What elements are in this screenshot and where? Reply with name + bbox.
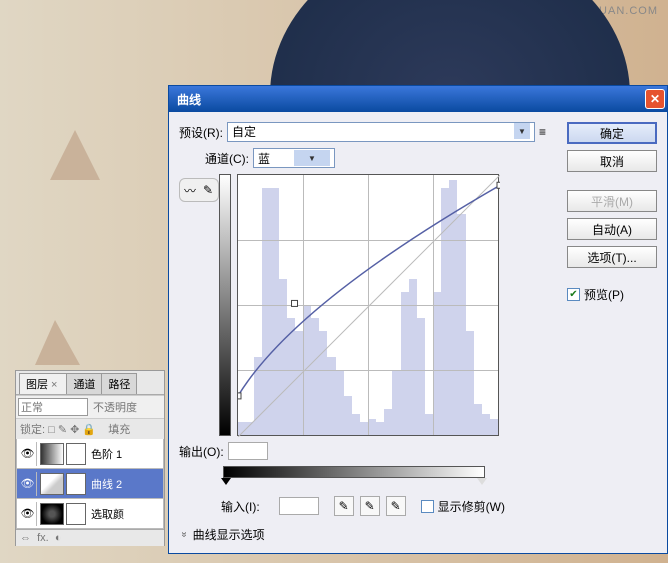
preview-label: 预览(P) <box>584 286 624 303</box>
preset-menu-icon[interactable]: ≡ <box>539 124 559 140</box>
white-point-slider[interactable] <box>477 478 487 485</box>
layer-thumbnail <box>40 443 64 465</box>
layer-name: 选取颜 <box>91 506 124 522</box>
dialog-title: 曲线 <box>177 91 645 108</box>
expand-icon: » <box>178 532 189 538</box>
lock-row: 锁定: □ ✎ ✥ 🔒 填充 <box>16 418 164 439</box>
chevron-down-icon: ▼ <box>514 123 530 139</box>
black-eyedropper-icon[interactable]: ✎ <box>334 496 354 516</box>
channel-select[interactable]: 蓝 ▼ <box>253 148 335 168</box>
show-clipping-label: 显示修剪(W) <box>438 498 505 515</box>
eyedroppers: ✎ ✎ ✎ <box>334 496 406 516</box>
opacity-label: 不透明度 <box>93 399 137 415</box>
input-label: 输入(I): <box>221 498 260 515</box>
layers-panel-tabs: 图层× 通道 路径 <box>16 371 164 395</box>
layer-thumbnail <box>40 473 64 495</box>
bg-decoration <box>35 320 80 365</box>
layers-bottom-bar: ⇔ fx. ◐ <box>16 529 164 546</box>
layer-mask-thumbnail <box>66 503 86 525</box>
close-icon[interactable]: × <box>48 379 60 391</box>
curve-pencil-tool-icon[interactable]: ✎ <box>200 183 216 197</box>
visibility-icon[interactable]: 👁 <box>19 472 37 496</box>
layer-item[interactable]: 👁 曲线 2 <box>16 469 164 499</box>
preset-select[interactable]: 自定 ▼ <box>227 122 535 142</box>
layer-thumbnail <box>40 503 64 525</box>
curves-dialog: 曲线 ✕ 预设(R): 自定 ▼ ≡ 通道(C): 蓝 ▼ <box>168 85 668 554</box>
output-gradient <box>219 174 231 436</box>
curve-graph[interactable] <box>237 174 499 436</box>
input-input[interactable] <box>279 497 319 515</box>
close-button[interactable]: ✕ <box>645 89 665 109</box>
chevron-down-icon: ▼ <box>294 150 330 166</box>
layer-name: 色阶 1 <box>91 446 122 462</box>
curve-display-options-toggle[interactable]: » 曲线显示选项 <box>179 526 559 543</box>
title-bar[interactable]: 曲线 ✕ <box>169 86 667 112</box>
curve-point-tool-icon[interactable]: 〰 <box>182 183 198 197</box>
output-label: 输出(O): <box>179 443 224 460</box>
output-input[interactable] <box>228 442 268 460</box>
black-point-slider[interactable] <box>221 478 231 485</box>
curve-tool-selector: 〰 ✎ <box>179 178 219 202</box>
ok-button[interactable]: 确定 <box>567 122 657 144</box>
show-clipping-checkbox[interactable] <box>421 500 434 513</box>
channel-label: 通道(C): <box>205 150 249 167</box>
preset-label: 预设(R): <box>179 124 223 141</box>
layer-item[interactable]: 👁 色阶 1 <box>16 439 164 469</box>
layer-item[interactable]: 👁 选取颜 <box>16 499 164 529</box>
visibility-icon[interactable]: 👁 <box>19 442 37 466</box>
options-button[interactable]: 选项(T)... <box>567 246 657 268</box>
input-gradient <box>223 466 485 478</box>
bg-decoration <box>50 130 100 180</box>
layers-panel: 图层× 通道 路径 正常 不透明度 锁定: □ ✎ ✥ 🔒 填充 👁 色阶 1 … <box>15 370 165 546</box>
tab-layers[interactable]: 图层× <box>19 373 67 394</box>
tab-paths[interactable]: 路径 <box>101 373 137 394</box>
visibility-icon[interactable]: 👁 <box>19 502 37 526</box>
layer-mask-thumbnail <box>66 443 86 465</box>
preview-checkbox[interactable]: ✔ <box>567 288 580 301</box>
layer-mask-thumbnail <box>66 473 86 495</box>
curve-line <box>238 175 500 437</box>
layer-name: 曲线 2 <box>91 476 122 492</box>
tab-channels[interactable]: 通道 <box>66 373 102 394</box>
white-eyedropper-icon[interactable]: ✎ <box>386 496 406 516</box>
smooth-button[interactable]: 平滑(M) <box>567 190 657 212</box>
auto-button[interactable]: 自动(A) <box>567 218 657 240</box>
blend-mode-select[interactable]: 正常 <box>18 398 88 416</box>
cancel-button[interactable]: 取消 <box>567 150 657 172</box>
gray-eyedropper-icon[interactable]: ✎ <box>360 496 380 516</box>
